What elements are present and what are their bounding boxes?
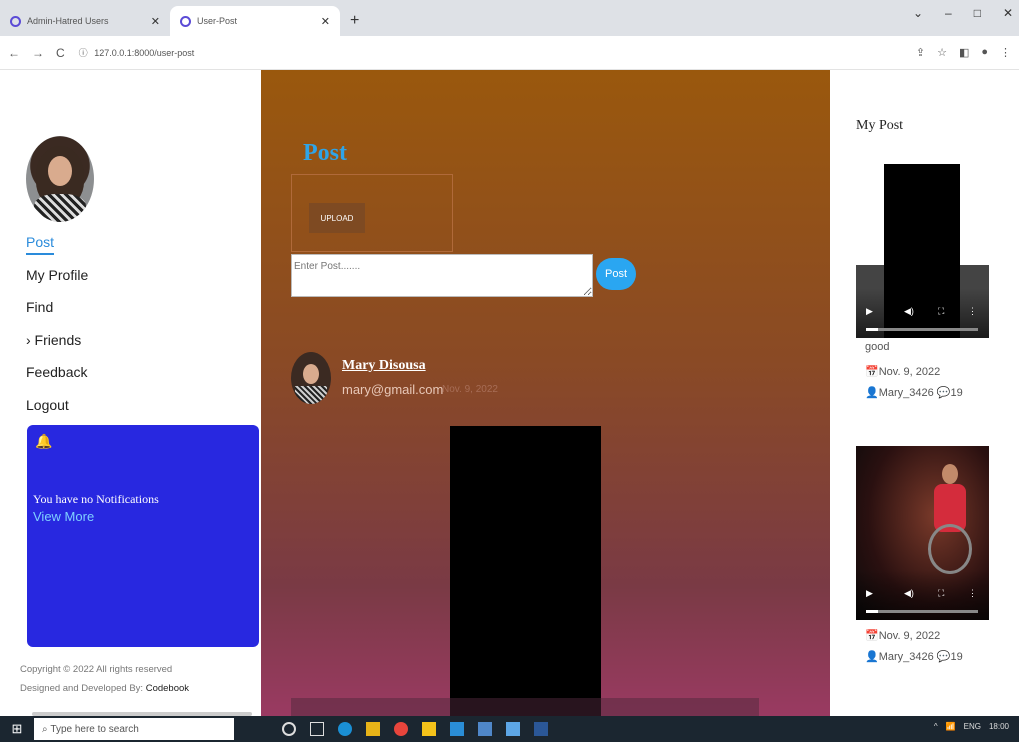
reload-icon[interactable]: C (56, 46, 65, 60)
tab-label: User-Post (197, 16, 238, 26)
windows-taskbar: ⊞ ⌕ Type here to search ^ 📶 ENG 18:00 (0, 716, 1019, 742)
task-view-icon[interactable] (310, 722, 324, 736)
chrome-icon[interactable] (394, 722, 408, 736)
volume-icon[interactable]: ◀) (904, 306, 914, 317)
post-date: Nov. 9, 2022 (442, 384, 498, 395)
system-tray: ^ 📶 ENG 18:00 (934, 722, 1009, 731)
start-button[interactable]: ⊞ (0, 721, 34, 737)
sidebar-item-post[interactable]: Post (26, 232, 88, 265)
file-explorer-icon[interactable] (422, 722, 436, 736)
calendar-icon: 📅 (865, 366, 879, 378)
post-caption: good (865, 341, 890, 353)
my-post-video-1[interactable]: ▶ ◀) ⛶ ⋮ (856, 164, 989, 338)
word-icon[interactable] (534, 722, 548, 736)
vscode-icon[interactable] (450, 722, 464, 736)
new-tab-button[interactable]: + (340, 12, 369, 36)
post-meta: 📅Nov. 9, 2022 👤Mary_3426 💬19 (865, 630, 963, 663)
back-icon[interactable]: ← (8, 46, 20, 60)
left-sidebar: Post My Profile Find › Friends Feedback … (0, 70, 262, 716)
video-progress-bar[interactable] (866, 328, 978, 331)
upload-button[interactable]: UPLOAD (309, 203, 365, 233)
clock[interactable]: 18:00 (989, 722, 1009, 731)
play-icon[interactable]: ▶ (866, 588, 873, 599)
forward-icon[interactable]: → (32, 46, 44, 60)
sidebar-menu: Post My Profile Find › Friends Feedback … (26, 232, 88, 427)
designed-by-text: Designed and Developed By: Codebook (20, 683, 190, 694)
search-icon: ⌕ (42, 723, 51, 735)
star-icon[interactable]: ☆ (937, 46, 947, 59)
my-post-video-2[interactable]: ▶ ◀) ⛶ ⋮ (856, 446, 989, 620)
tray-chevron-icon[interactable]: ^ (934, 722, 938, 731)
more-options-icon[interactable]: ⋮ (968, 588, 977, 599)
play-icon[interactable]: ▶ (866, 306, 873, 317)
taskbar-search[interactable]: ⌕ Type here to search (34, 718, 234, 740)
volume-icon[interactable]: ◀) (904, 588, 914, 599)
close-tab-icon[interactable]: ✕ (151, 15, 160, 28)
window-controls: ⌄ – □ ✕ (913, 6, 1013, 20)
profile-icon[interactable]: ● (981, 46, 988, 59)
site-favicon-icon (180, 15, 191, 27)
maximize-button[interactable]: □ (974, 6, 981, 20)
fullscreen-icon[interactable]: ⛶ (938, 306, 944, 317)
close-tab-icon[interactable]: ✕ (321, 15, 330, 28)
user-icon: 👤 (865, 387, 879, 399)
cortana-icon[interactable] (282, 722, 296, 736)
sidebar-item-my-profile[interactable]: My Profile (26, 265, 88, 298)
comment-icon: 💬 (936, 387, 951, 399)
video-controls: ▶ ◀) ⛶ ⋮ (856, 570, 989, 620)
fullscreen-icon[interactable]: ⛶ (938, 588, 944, 599)
sidebar-item-logout[interactable]: Logout (26, 395, 88, 428)
menu-icon[interactable]: ⋮ (1000, 46, 1011, 59)
bell-icon: 🔔 (35, 433, 53, 449)
notifications-panel: 🔔 You have no Notifications View More (27, 425, 259, 647)
post-footer-bar (291, 698, 759, 716)
copyright-text: Copyright © 2022 All rights reserved (20, 664, 173, 675)
sidepanel-icon[interactable]: ◧ (959, 46, 969, 59)
url-text: 127.0.0.1:8000/user-post (94, 48, 195, 58)
info-icon[interactable]: ⓘ (79, 48, 88, 58)
calendar-icon: 📅 (865, 630, 879, 642)
page-title: Post (303, 140, 347, 166)
more-options-icon[interactable]: ⋮ (968, 306, 977, 317)
user-icon: 👤 (865, 651, 879, 663)
post-input[interactable] (291, 254, 593, 297)
store-icon[interactable] (366, 722, 380, 736)
post-meta: 📅Nov. 9, 2022 👤Mary_3426 💬19 (865, 366, 963, 399)
notification-message: You have no Notifications (33, 492, 159, 506)
comment-icon: 💬 (936, 651, 951, 663)
footer: Copyright © 2022 All rights reserved Des… (20, 660, 189, 698)
tab-label: Admin-Hatred Users (27, 16, 109, 26)
post-video[interactable] (450, 426, 601, 716)
video-progress-bar[interactable] (866, 610, 978, 613)
address-bar: ← → C ⓘ 127.0.0.1:8000/user-post ⇪ ☆ ◧ ●… (0, 36, 1019, 70)
post-author-avatar[interactable] (291, 352, 331, 404)
close-window-button[interactable]: ✕ (1003, 6, 1013, 20)
avatar (26, 136, 94, 222)
sidebar-item-find[interactable]: Find (26, 297, 88, 330)
photos-icon[interactable] (506, 722, 520, 736)
browser-tabbar: Admin-Hatred Users ✕ User-Post ✕ + ⌄ – □… (0, 0, 1019, 36)
main-feed: Post UPLOAD Post Mary Disousa mary@gmail… (261, 70, 830, 716)
share-icon[interactable]: ⇪ (916, 46, 925, 59)
sidebar-item-friends[interactable]: › Friends (26, 330, 88, 363)
sidebar-item-feedback[interactable]: Feedback (26, 362, 88, 395)
lang-indicator[interactable]: ENG (964, 722, 981, 731)
edge-icon[interactable] (338, 722, 352, 736)
post-button[interactable]: Post (596, 258, 636, 290)
right-sidebar: My Post ▶ ◀) ⛶ ⋮ good 📅Nov. 9, 2022 👤Mar… (830, 70, 1019, 716)
video-controls: ▶ ◀) ⛶ ⋮ (856, 288, 989, 338)
post-author-name[interactable]: Mary Disousa (342, 358, 426, 374)
mail-icon[interactable] (478, 722, 492, 736)
tab-admin-users[interactable]: Admin-Hatred Users ✕ (0, 6, 170, 36)
post-author-email: mary@gmail.com (342, 382, 444, 397)
site-favicon-icon (10, 15, 21, 27)
my-post-title: My Post (856, 118, 904, 133)
view-more-link[interactable]: View More (33, 509, 94, 524)
chevron-down-icon[interactable]: ⌄ (913, 6, 923, 20)
network-icon[interactable]: 📶 (946, 722, 956, 731)
minimize-button[interactable]: – (945, 6, 952, 20)
upload-area[interactable]: UPLOAD (291, 174, 453, 252)
url-field[interactable]: ⓘ 127.0.0.1:8000/user-post (79, 46, 195, 59)
tab-user-post[interactable]: User-Post ✕ (170, 6, 340, 36)
